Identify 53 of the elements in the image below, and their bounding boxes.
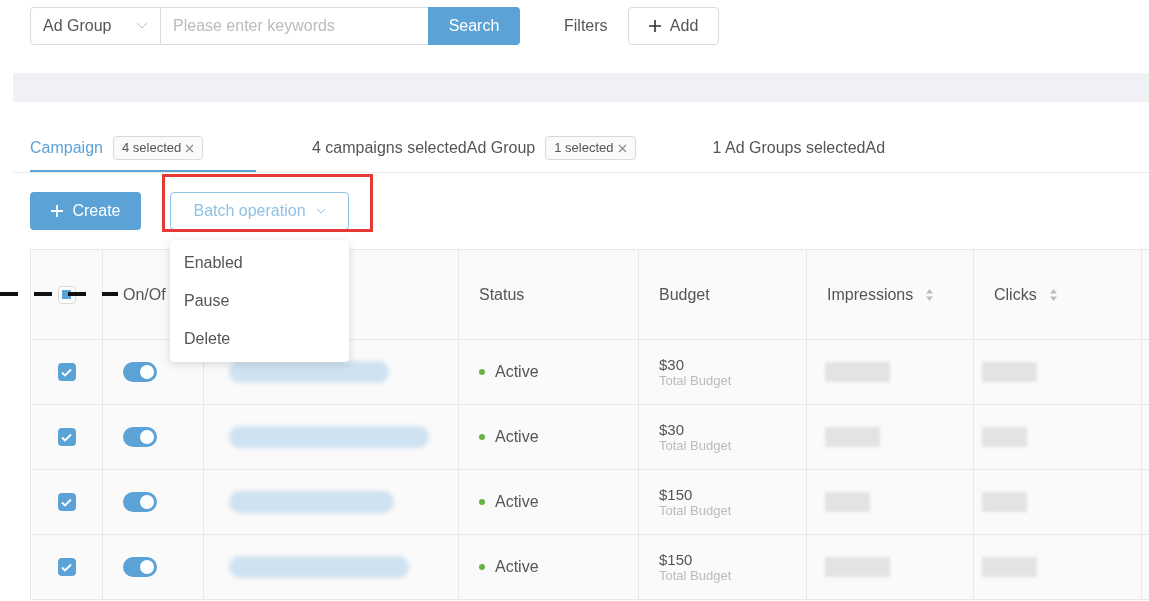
menu-item[interactable]: Delete: [170, 320, 349, 358]
column-header: Status: [479, 284, 525, 305]
check-icon: [61, 367, 72, 377]
selection-tag: 1 selected: [545, 136, 636, 160]
budget-type: Total Budget: [659, 502, 732, 519]
status-text: Active: [495, 557, 539, 577]
keyword-input[interactable]: Please enter keywords: [161, 7, 428, 45]
budget-amount: $150: [659, 550, 693, 568]
budget-type: Total Budget: [659, 372, 732, 389]
sort-icon[interactable]: [925, 287, 935, 302]
column-header: On/Of: [123, 284, 166, 305]
status-text: Active: [495, 362, 539, 382]
add-filter-button[interactable]: Add: [627, 7, 719, 45]
close-icon[interactable]: [185, 143, 195, 153]
row-checkbox[interactable]: [57, 493, 76, 511]
check-icon: [61, 497, 72, 507]
column-header: Clicks: [994, 284, 1037, 305]
sort-icon[interactable]: [1048, 287, 1058, 302]
tab-label: 4 campaigns selectedAd Group: [312, 138, 536, 158]
tab[interactable]: 4 campaigns selectedAd Group 1 selected: [312, 128, 636, 172]
plus-icon: [647, 19, 662, 33]
tab[interactable]: Campaign 4 selected: [30, 128, 256, 172]
row-checkbox[interactable]: [57, 428, 76, 446]
budget-amount: $30: [659, 420, 685, 438]
row-checkbox[interactable]: [57, 363, 76, 381]
toggle-switch[interactable]: [123, 427, 157, 447]
plus-icon: [50, 204, 65, 218]
chevron-down-icon: [136, 22, 148, 30]
budget-amount: $30: [659, 355, 685, 373]
toggle-switch[interactable]: [123, 362, 157, 382]
menu-item[interactable]: Pause: [170, 282, 349, 320]
budget-amount: $150: [659, 485, 693, 503]
check-icon: [61, 562, 72, 572]
filters-label: Filters: [564, 16, 608, 36]
column-header: Budget: [659, 284, 710, 305]
tab-label: Campaign: [30, 138, 103, 158]
row-checkbox[interactable]: [57, 558, 76, 576]
select-all-checkbox[interactable]: [57, 285, 76, 304]
toggle-switch[interactable]: [123, 557, 157, 577]
tab-label: 1 Ad Groups selectedAd: [712, 138, 886, 158]
check-icon: [61, 432, 72, 442]
budget-type: Total Budget: [659, 437, 732, 454]
chevron-down-icon: [315, 208, 326, 214]
column-header: Impressions: [827, 284, 914, 305]
close-icon[interactable]: [617, 143, 627, 153]
scope-select[interactable]: Ad Group: [30, 7, 161, 45]
status-text: Active: [495, 427, 539, 447]
selection-tag: 4 selected: [112, 136, 204, 160]
menu-item[interactable]: Enabled: [170, 244, 349, 282]
tab[interactable]: 1 Ad Groups selectedAd: [712, 128, 886, 172]
status-text: Active: [495, 492, 539, 512]
toggle-switch[interactable]: [123, 492, 157, 512]
budget-type: Total Budget: [659, 567, 732, 584]
